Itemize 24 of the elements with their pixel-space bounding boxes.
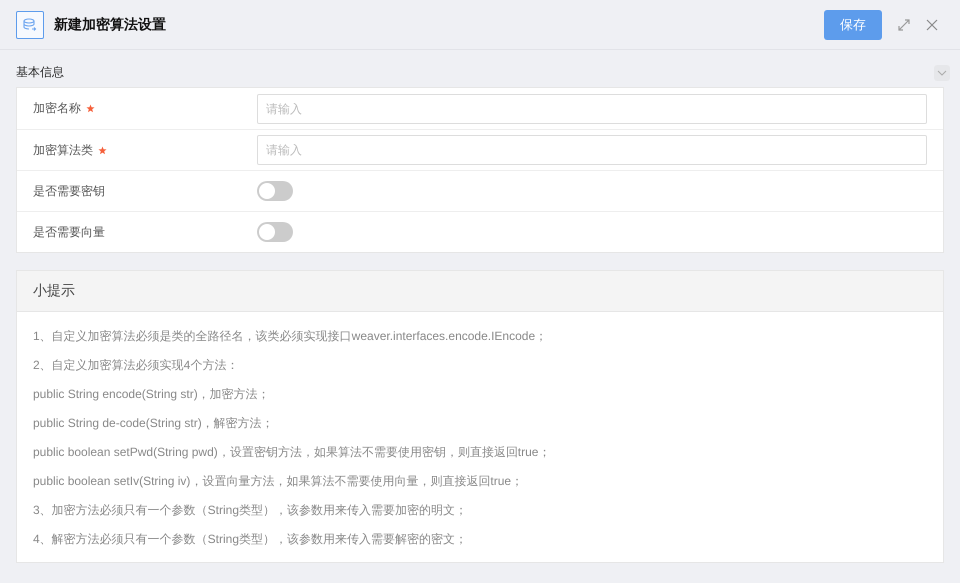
- field-label: 是否需要密钥: [33, 182, 105, 200]
- window-title: 新建加密算法设置: [54, 16, 166, 34]
- close-icon[interactable]: [926, 18, 938, 30]
- collapse-icon[interactable]: [934, 64, 950, 80]
- field-label: 加密名称: [33, 100, 81, 117]
- tip-line: 4、解密方法必须只有一个参数（String类型），该参数用来传入需要解密的密文；: [33, 531, 468, 548]
- app-logo-icon: [16, 10, 44, 38]
- input-field[interactable]: 请输入: [257, 94, 927, 124]
- tip-line: 1、自定义加密算法必须是类的全路径名，该类必须实现接口weaver.interfaces.encode.IEncode；: [33, 328, 548, 345]
- field-label: 加密算法类: [33, 142, 93, 158]
- tip-line: 3、加密方法必须只有一个参数（String类型），该参数用来传入需要加密的明文；: [33, 502, 468, 519]
- save-button[interactable]: 保存: [824, 10, 882, 40]
- tips-title: 小提示: [33, 282, 75, 300]
- field-label: 是否需要向量: [33, 224, 105, 240]
- section-title: 基本信息: [16, 64, 64, 81]
- tip-line: public boolean setPwd(String pwd)，设置密钥方法，如果算法不需要使用密钥，则直接返回true；: [33, 444, 552, 461]
- tip-line: 2、自定义加密算法必须实现4个方法：: [33, 357, 240, 374]
- tip-line: public String encode(String str)，加密方法；: [33, 386, 271, 403]
- tip-line: public boolean setIv(String iv)，设置向量方法，如果算法不需要使用向量，则直接返回true；: [33, 473, 524, 490]
- toggle-switch[interactable]: [257, 222, 293, 242]
- expand-icon[interactable]: [898, 18, 910, 30]
- toggle-switch[interactable]: [257, 181, 293, 201]
- input-field[interactable]: 请输入: [257, 135, 927, 165]
- tip-line: public String de-code(String str)，解密方法；: [33, 415, 275, 432]
